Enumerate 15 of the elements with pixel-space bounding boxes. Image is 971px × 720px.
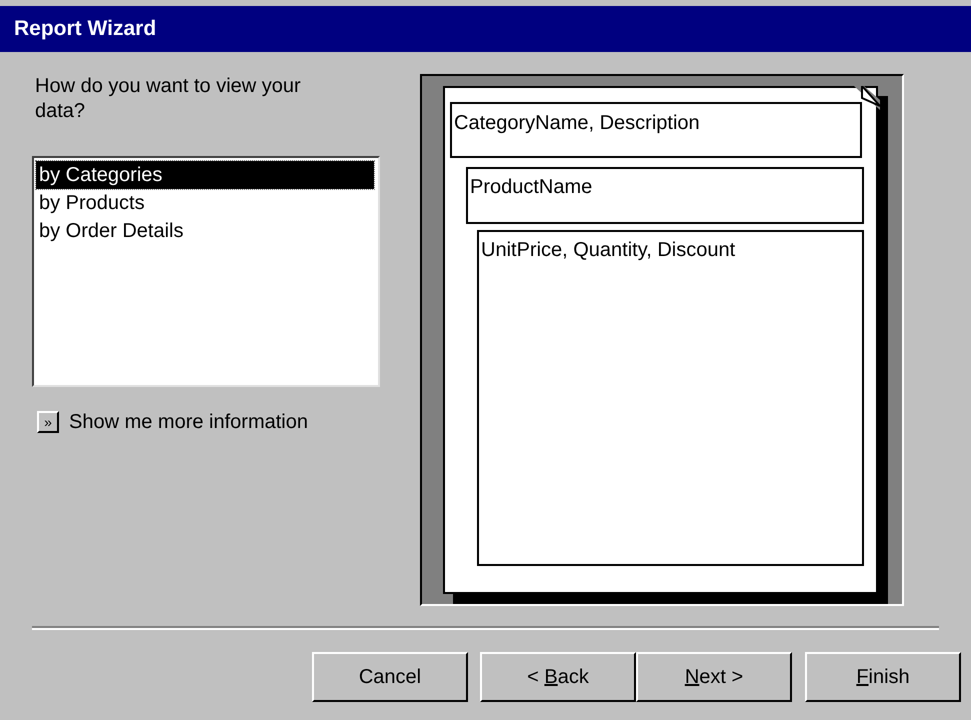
wizard-button[interactable]: Next > bbox=[636, 652, 792, 702]
more-info-button[interactable]: » bbox=[37, 411, 59, 433]
list-item[interactable]: by Products bbox=[36, 189, 374, 217]
detail-box: UnitPrice, Quantity, Discount bbox=[477, 230, 864, 566]
wizard-button[interactable]: < Back bbox=[480, 652, 636, 702]
group-header-box: ProductName bbox=[466, 167, 864, 224]
wizard-button[interactable]: Finish bbox=[805, 652, 961, 702]
group-header-box: CategoryName, Description bbox=[450, 102, 862, 158]
wizard-button[interactable]: Cancel bbox=[312, 652, 468, 702]
prompt-text: How do you want to view your data? bbox=[34, 74, 302, 124]
list-item[interactable]: by Categories bbox=[36, 161, 374, 189]
window-title: Report Wizard bbox=[14, 16, 156, 42]
view-list[interactable]: by Categories by Products by Order Details bbox=[32, 156, 380, 387]
more-info-label: Show me more information bbox=[69, 410, 308, 435]
list-item[interactable]: by Order Details bbox=[36, 217, 374, 245]
